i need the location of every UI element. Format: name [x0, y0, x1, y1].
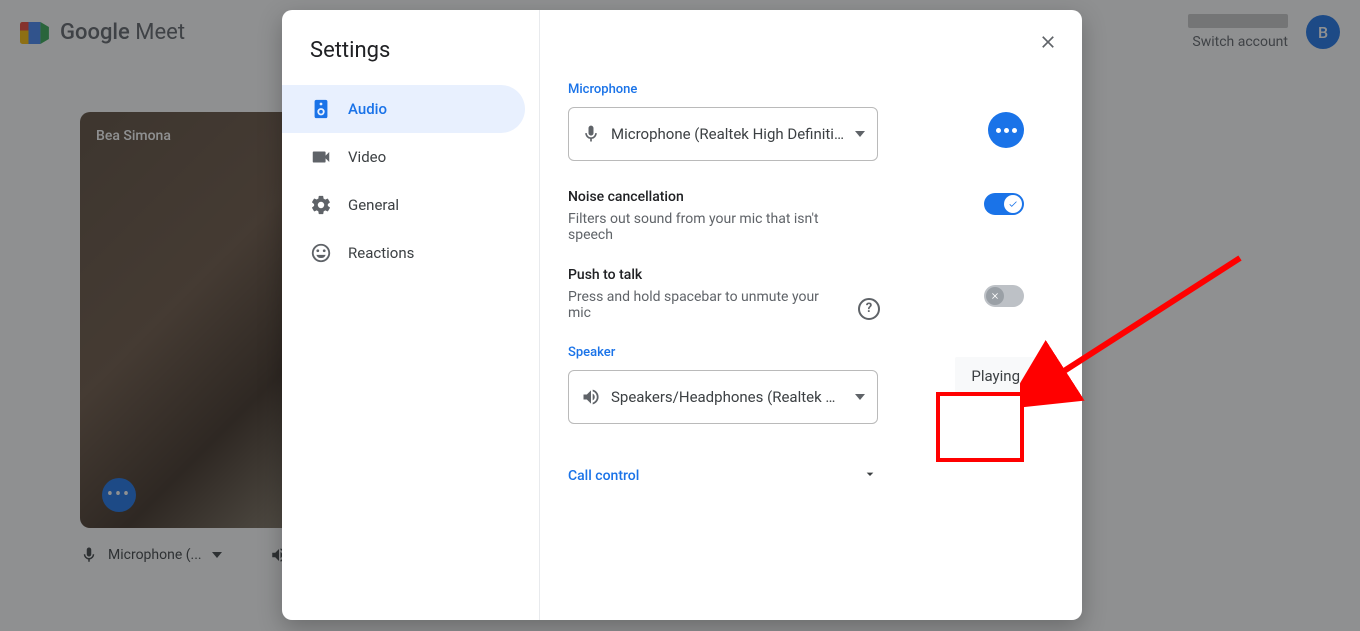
noise-title: Noise cancellation — [568, 189, 1054, 205]
settings-modal: Settings Audio Video General Reactions M… — [282, 10, 1082, 620]
nav-item-video[interactable]: Video — [282, 133, 525, 181]
nav-label-reactions: Reactions — [348, 244, 414, 262]
settings-title: Settings — [282, 38, 539, 85]
push-to-talk-toggle[interactable] — [984, 285, 1024, 307]
mic-level-indicator — [988, 112, 1024, 148]
emoji-icon — [310, 242, 332, 264]
microphone-section: Microphone Microphone (Realtek High Defi… — [568, 82, 1054, 161]
mic-icon — [581, 124, 601, 144]
close-button[interactable] — [1032, 26, 1064, 58]
videocam-icon — [310, 146, 332, 168]
chevron-down-icon — [862, 466, 878, 486]
close-icon — [1038, 32, 1058, 52]
microphone-value: Microphone (Realtek High Definitio... — [611, 125, 845, 143]
nav-item-general[interactable]: General — [282, 181, 525, 229]
settings-sidebar: Settings Audio Video General Reactions — [282, 10, 540, 620]
microphone-select[interactable]: Microphone (Realtek High Definitio... — [568, 107, 878, 161]
call-control-label: Call control — [568, 468, 639, 484]
caret-down-icon — [855, 129, 865, 139]
push-help[interactable]: ? — [858, 297, 880, 320]
settings-panel: Microphone Microphone (Realtek High Defi… — [540, 10, 1082, 620]
x-icon — [990, 291, 1000, 301]
speaker-value: Speakers/Headphones (Realtek Hig... — [611, 388, 845, 406]
help-icon: ? — [858, 298, 880, 320]
push-to-talk-section: Push to talk Press and hold spacebar to … — [568, 267, 1054, 321]
speaker-select[interactable]: Speakers/Headphones (Realtek Hig... — [568, 370, 878, 424]
volume-icon — [581, 387, 601, 407]
caret-down-icon — [855, 392, 865, 402]
nav-label-general: General — [348, 196, 399, 214]
call-control-expand[interactable]: Call control — [568, 466, 878, 486]
speaker-test-label: Playing — [971, 367, 1020, 385]
nav-item-audio[interactable]: Audio — [282, 85, 525, 133]
noise-desc: Filters out sound from your mic that isn… — [568, 211, 858, 243]
speaker-box-icon — [310, 98, 332, 120]
noise-cancellation-toggle[interactable] — [984, 193, 1024, 215]
nav-label-audio: Audio — [348, 100, 387, 118]
push-desc: Press and hold spacebar to unmute your m… — [568, 289, 828, 321]
nav-item-reactions[interactable]: Reactions — [282, 229, 525, 277]
noise-cancellation-section: Noise cancellation Filters out sound fro… — [568, 189, 1054, 243]
microphone-label: Microphone — [568, 82, 1054, 97]
gear-icon — [310, 194, 332, 216]
check-icon — [1008, 199, 1018, 209]
speaker-section: Speaker Speakers/Headphones (Realtek Hig… — [568, 345, 1054, 424]
speaker-test-button[interactable]: Playing — [955, 357, 1036, 395]
nav-label-video: Video — [348, 148, 386, 166]
push-title: Push to talk — [568, 267, 1054, 283]
